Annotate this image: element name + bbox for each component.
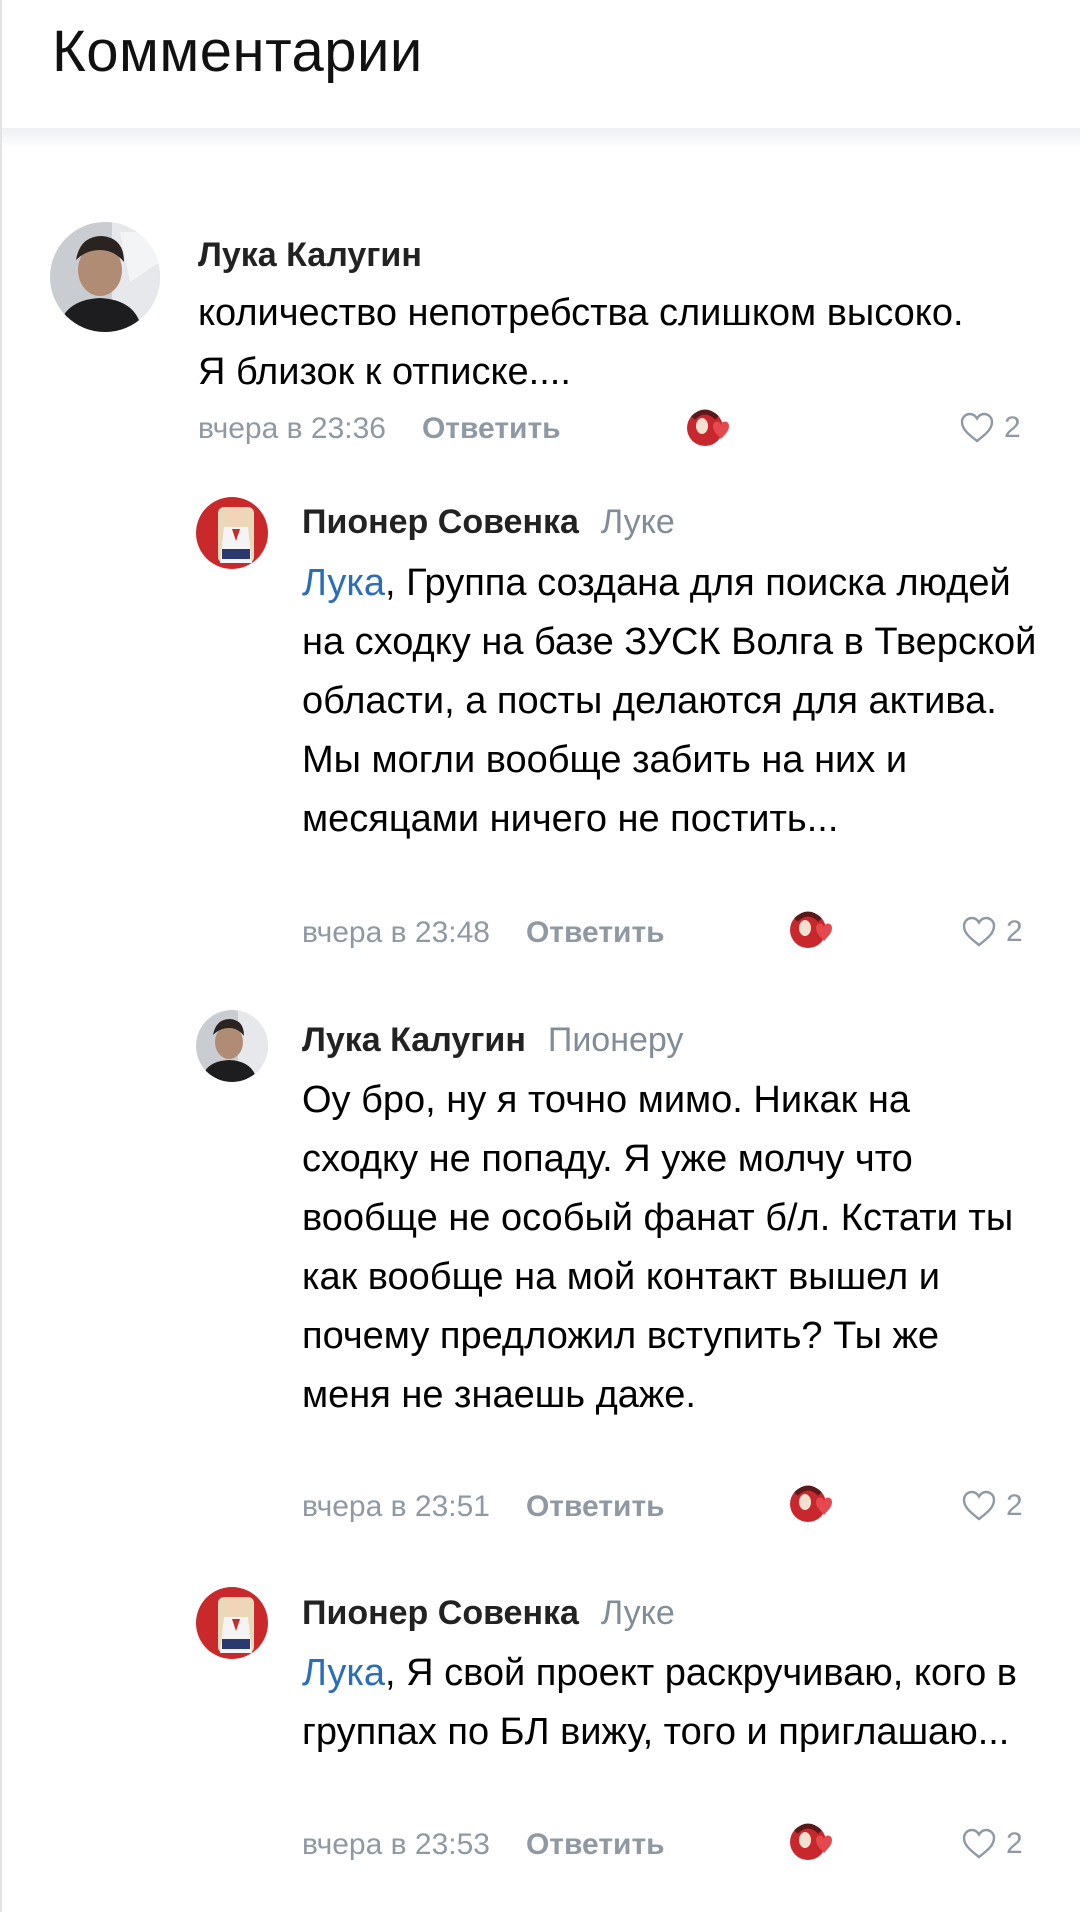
comment-meta: вчера в 23:53 Ответить [302, 1828, 665, 1862]
pioneer-avatar-icon [196, 1587, 268, 1659]
like-count: 2 [1006, 1827, 1023, 1860]
heart-icon [962, 1828, 996, 1859]
heart-icon [962, 1490, 996, 1521]
comment-body: , Я свой проект раскручиваю, кого в груп… [302, 1652, 1017, 1753]
author-name[interactable]: Пионер Совенка [302, 1594, 579, 1632]
author-name[interactable]: Лука Калугин [198, 236, 422, 274]
reply-target[interactable]: Пионеру [548, 1021, 684, 1059]
reply-button[interactable]: Ответить [526, 1828, 665, 1861]
comment-text: количество непотребства слишком высоко. … [198, 284, 978, 402]
reply-target[interactable]: Луке [601, 1594, 675, 1632]
sticker-reaction-icon[interactable] [788, 1482, 836, 1526]
author-name[interactable]: Лука Калугин [302, 1021, 526, 1059]
comment-author[interactable]: Пионер Совенка Луке [302, 1594, 675, 1633]
reply-button[interactable]: Ответить [422, 412, 561, 445]
comment-author[interactable]: Лука Калугин Пионеру [302, 1021, 683, 1060]
mention-link[interactable]: Лука [302, 562, 385, 604]
like-button[interactable]: 2 [962, 1488, 1023, 1524]
comment-author[interactable]: Лука Калугин [198, 236, 422, 275]
comment-meta: вчера в 23:51 Ответить [302, 1490, 665, 1524]
comment-meta: вчера в 23:48 Ответить [302, 916, 665, 950]
comment-text: Лука, Я свой проект раскручиваю, кого в … [302, 1644, 1042, 1762]
pioneer-avatar-icon [196, 497, 268, 569]
comments-screen: Комментарии Лука Калугин количество непо… [0, 0, 1080, 1912]
like-count: 2 [1004, 411, 1021, 444]
sticker-reaction-icon[interactable] [685, 406, 733, 450]
page-title: Комментарии [52, 19, 423, 84]
avatar[interactable] [50, 222, 160, 332]
comment-body: Оу бро, ну я точно мимо. Никак на сходку… [302, 1079, 1014, 1416]
comment-time[interactable]: вчера в 23:51 [302, 1490, 490, 1523]
reply-button[interactable]: Ответить [526, 916, 665, 949]
like-button[interactable]: 2 [962, 914, 1023, 950]
like-button[interactable]: 2 [962, 1826, 1023, 1862]
mention-link[interactable]: Лука [302, 1652, 385, 1694]
like-button[interactable]: 2 [960, 410, 1021, 446]
comment-time[interactable]: вчера в 23:53 [302, 1828, 490, 1861]
comment-text: Оу бро, ну я точно мимо. Никак на сходку… [302, 1071, 1022, 1425]
comment-text: Лука, Группа создана для поиска людей на… [302, 554, 1042, 849]
like-count: 2 [1006, 1489, 1023, 1522]
heart-icon [960, 412, 994, 443]
reply-button[interactable]: Ответить [526, 1490, 665, 1523]
avatar[interactable] [196, 1587, 268, 1659]
header-divider [2, 128, 1080, 148]
like-count: 2 [1006, 915, 1023, 948]
comment-time[interactable]: вчера в 23:36 [198, 412, 386, 445]
comment-body: количество непотребства слишком высоко. … [198, 292, 964, 393]
user-photo-icon [196, 1010, 268, 1082]
reply-target[interactable]: Луке [601, 503, 675, 541]
comment-time[interactable]: вчера в 23:48 [302, 916, 490, 949]
comment-author[interactable]: Пионер Совенка Луке [302, 503, 675, 542]
sticker-reaction-icon[interactable] [788, 1820, 836, 1864]
comment-body: , Группа создана для поиска людей на схо… [302, 562, 1037, 840]
avatar[interactable] [196, 1010, 268, 1082]
heart-icon [962, 916, 996, 947]
comment-meta: вчера в 23:36 Ответить [198, 412, 561, 446]
author-name[interactable]: Пионер Совенка [302, 503, 579, 541]
avatar[interactable] [196, 497, 268, 569]
sticker-reaction-icon[interactable] [788, 908, 836, 952]
user-photo-icon [50, 222, 160, 332]
